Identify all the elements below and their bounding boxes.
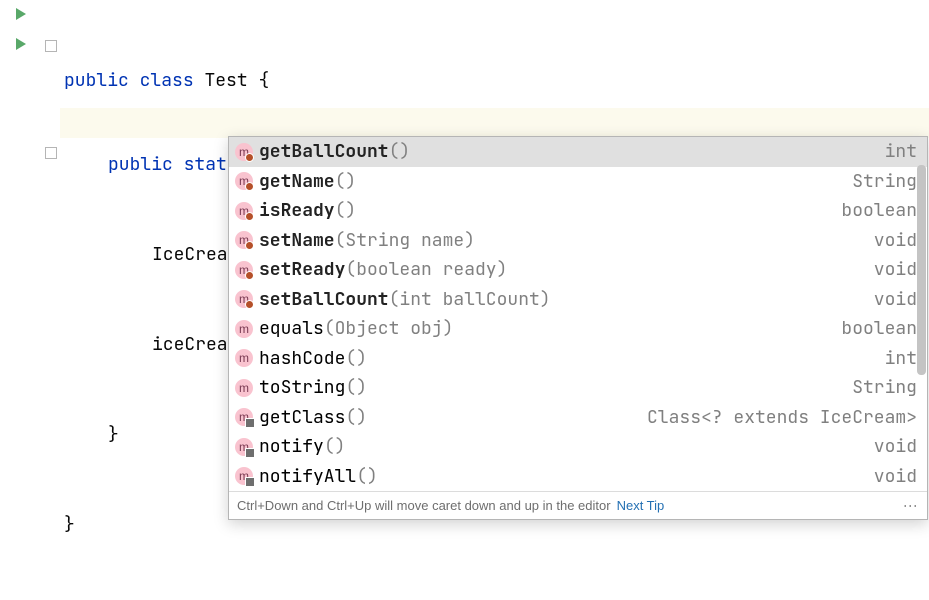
- return-type: void: [874, 288, 917, 311]
- autocomplete-item[interactable]: m getName() String: [229, 167, 927, 197]
- return-type: String: [852, 170, 917, 193]
- method-signature: getName(): [259, 170, 846, 193]
- autocomplete-popup: mgetBallCount()intmgetName()StringmisRea…: [228, 136, 928, 520]
- method-signature: toString(): [259, 376, 846, 399]
- footer-tip-text: Ctrl+Down and Ctrl+Up will move caret do…: [237, 498, 611, 513]
- method-icon: m: [235, 290, 253, 308]
- method-icon: m: [235, 172, 253, 190]
- return-type: boolean: [841, 199, 917, 222]
- autocomplete-item[interactable]: m setReady(boolean ready) void: [229, 255, 927, 285]
- gutter: [0, 0, 60, 519]
- method-signature: setBallCount(int ballCount): [259, 288, 868, 311]
- autocomplete-item[interactable]: m setBallCount(int ballCount) void: [229, 285, 927, 315]
- run-icon[interactable]: [14, 34, 28, 57]
- return-type: void: [874, 258, 917, 281]
- autocomplete-list[interactable]: mgetBallCount()intmgetName()StringmisRea…: [229, 137, 927, 491]
- scrollbar-thumb[interactable]: [917, 165, 926, 375]
- method-signature: hashCode(): [259, 347, 879, 370]
- more-icon[interactable]: ⋮: [903, 499, 919, 512]
- method-signature: isReady(): [259, 199, 835, 222]
- code-line[interactable]: public class Test {: [64, 60, 929, 90]
- autocomplete-item[interactable]: m equals(Object obj) boolean: [229, 314, 927, 344]
- method-icon: m: [235, 261, 253, 279]
- return-type: boolean: [841, 317, 917, 340]
- method-signature: setReady(boolean ready): [259, 258, 868, 281]
- method-signature: getClass(): [259, 406, 641, 429]
- method-icon: m: [235, 349, 253, 367]
- method-signature: notify(): [259, 435, 868, 458]
- autocomplete-item[interactable]: m hashCode() int: [229, 344, 927, 374]
- method-icon: m: [235, 467, 253, 485]
- autocomplete-footer: Ctrl+Down and Ctrl+Up will move caret do…: [229, 491, 927, 519]
- method-icon: m: [235, 231, 253, 249]
- method-icon: m: [235, 320, 253, 338]
- return-type: void: [874, 435, 917, 458]
- method-signature: setName(String name): [259, 229, 868, 252]
- method-signature: notifyAll(): [259, 465, 868, 488]
- fold-end-icon[interactable]: [45, 147, 57, 159]
- return-type: int: [885, 347, 917, 370]
- autocomplete-item[interactable]: m notifyAll() void: [229, 462, 927, 492]
- next-tip-link[interactable]: Next Tip: [617, 498, 665, 513]
- method-icon: m: [235, 379, 253, 397]
- code-editor[interactable]: public class Test { public static void m…: [0, 0, 929, 519]
- autocomplete-item[interactable]: m isReady() boolean: [229, 196, 927, 226]
- autocomplete-item[interactable]: m notify() void: [229, 432, 927, 462]
- return-type: Class<? extends IceCream>: [647, 406, 917, 429]
- fold-start-icon[interactable]: [45, 40, 57, 52]
- autocomplete-item[interactable]: m getClass() Class<? extends IceCream>: [229, 403, 927, 433]
- method-icon: m: [235, 202, 253, 220]
- return-type: void: [874, 465, 917, 488]
- method-icon: m: [235, 408, 253, 426]
- autocomplete-item[interactable]: m setName(String name) void: [229, 226, 927, 256]
- method-signature: getBallCount(): [259, 140, 879, 163]
- method-icon: m: [235, 438, 253, 456]
- autocomplete-item[interactable]: m toString() String: [229, 373, 927, 403]
- method-signature: equals(Object obj): [259, 317, 835, 340]
- return-type: int: [885, 140, 917, 163]
- run-icon[interactable]: [14, 4, 28, 27]
- method-icon: m: [235, 143, 253, 161]
- return-type: void: [874, 229, 917, 252]
- autocomplete-item[interactable]: m getBallCount() int: [229, 137, 927, 167]
- return-type: String: [852, 376, 917, 399]
